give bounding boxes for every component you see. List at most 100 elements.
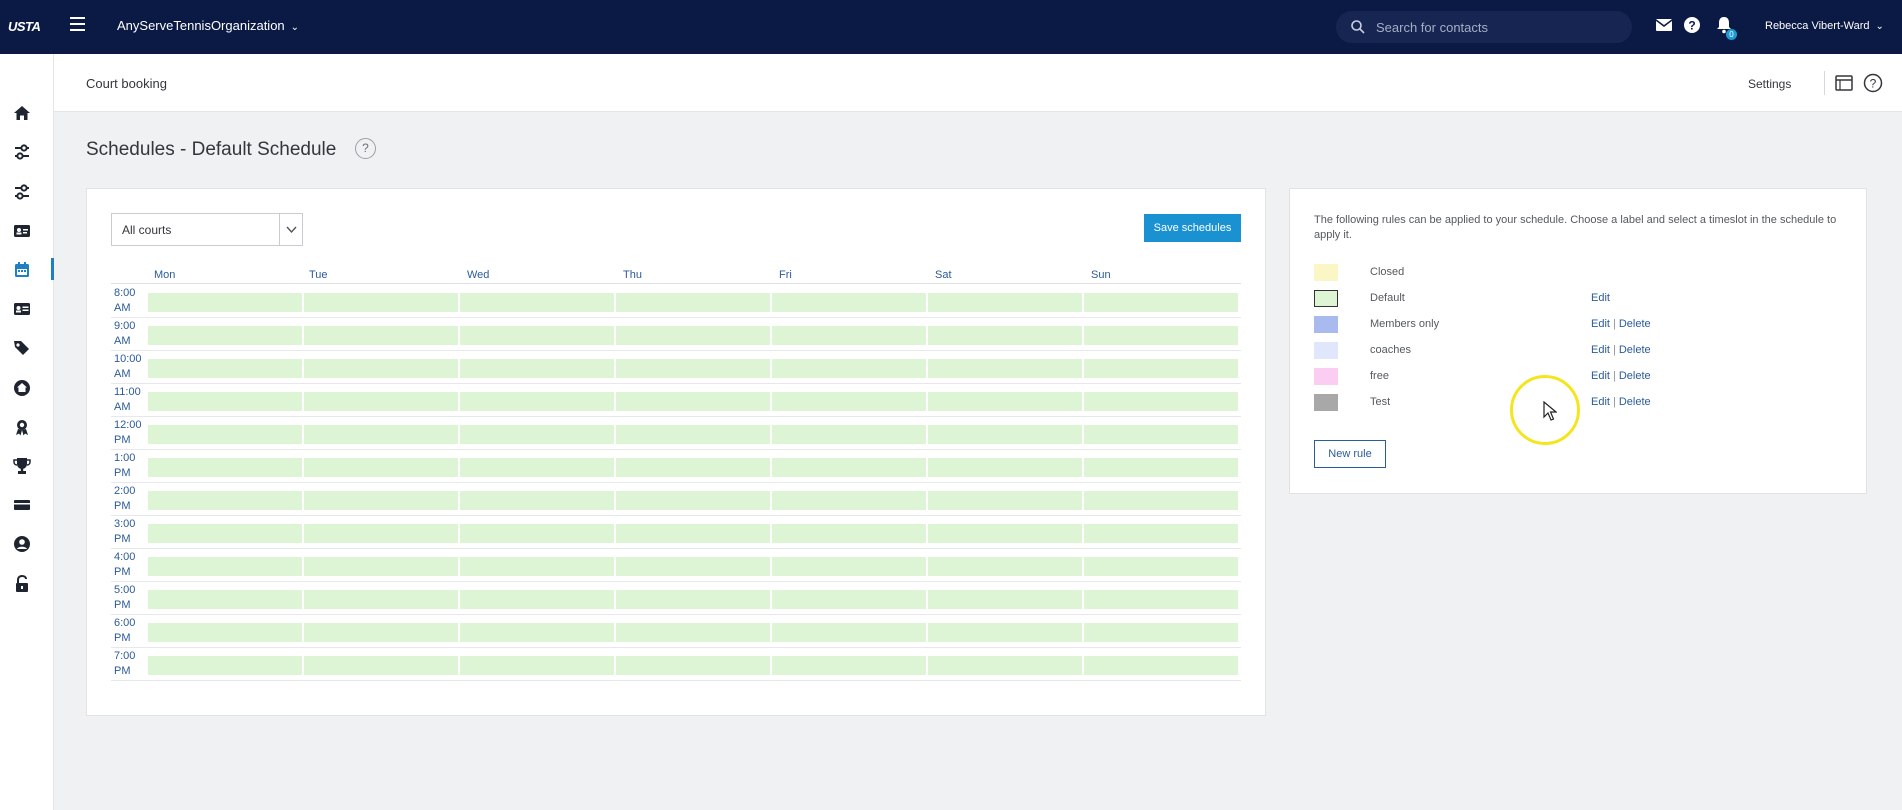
rule-name[interactable]: Closed [1370,266,1404,278]
time-slot[interactable] [616,392,770,411]
time-slot[interactable] [928,590,1082,609]
time-slot[interactable] [304,557,458,576]
delete-rule-link[interactable]: Delete [1619,318,1651,330]
time-slot[interactable] [148,392,302,411]
time-slot[interactable] [148,491,302,510]
sidebar-item-tags[interactable] [12,338,32,358]
time-slot[interactable] [148,656,302,675]
time-slot[interactable] [460,392,614,411]
rule-row[interactable]: Closed [1314,263,1844,283]
time-slot[interactable] [928,392,1082,411]
sidebar-item-sliders[interactable] [12,182,32,202]
rule-row[interactable]: free Edit | Delete [1314,367,1844,387]
time-slot[interactable] [1084,392,1238,411]
rule-row[interactable]: Members only Edit | Delete [1314,315,1844,335]
menu-icon[interactable] [70,17,85,31]
edit-rule-link[interactable]: Edit [1591,318,1610,330]
time-slot[interactable] [148,590,302,609]
time-slot[interactable] [148,557,302,576]
time-slot[interactable] [616,293,770,312]
delete-rule-link[interactable]: Delete [1619,396,1651,408]
time-slot[interactable] [1084,590,1238,609]
time-slot[interactable] [928,359,1082,378]
time-slot[interactable] [928,326,1082,345]
time-slot[interactable] [304,524,458,543]
time-slot[interactable] [772,425,926,444]
mail-icon[interactable] [1655,16,1673,34]
time-slot[interactable] [304,326,458,345]
time-slot[interactable] [616,458,770,477]
rule-color-swatch[interactable] [1314,316,1338,333]
sidebar-item-home-circle[interactable] [12,378,32,398]
dropdown-toggle[interactable] [279,214,302,245]
time-slot[interactable] [772,392,926,411]
usta-logo[interactable]: USTA [8,19,41,34]
rule-name[interactable]: Default [1370,292,1405,304]
rule-color-swatch[interactable] [1314,394,1338,411]
rule-row[interactable]: coaches Edit | Delete [1314,341,1844,361]
time-slot[interactable] [460,293,614,312]
contact-search[interactable] [1336,11,1632,43]
time-slot[interactable] [616,557,770,576]
sidebar-item-award[interactable] [12,417,32,437]
time-slot[interactable] [304,623,458,642]
time-slot[interactable] [1084,458,1238,477]
time-slot[interactable] [616,491,770,510]
time-slot[interactable] [304,656,458,675]
time-slot[interactable] [460,557,614,576]
help-circle-icon[interactable]: ? [1863,73,1883,93]
time-slot[interactable] [1084,557,1238,576]
sidebar-item-calendar[interactable] [12,260,32,280]
time-slot[interactable] [148,326,302,345]
time-slot[interactable] [616,425,770,444]
time-slot[interactable] [616,524,770,543]
time-slot[interactable] [148,458,302,477]
time-slot[interactable] [616,326,770,345]
time-slot[interactable] [928,524,1082,543]
time-slot[interactable] [304,293,458,312]
time-slot[interactable] [928,557,1082,576]
sidebar-item-lock[interactable] [12,574,32,594]
rule-name[interactable]: Test [1370,396,1390,408]
time-slot[interactable] [304,425,458,444]
edit-rule-link[interactable]: Edit [1591,370,1610,382]
time-slot[interactable] [616,590,770,609]
time-slot[interactable] [460,524,614,543]
time-slot[interactable] [304,359,458,378]
time-slot[interactable] [460,656,614,675]
time-slot[interactable] [616,656,770,675]
time-slot[interactable] [1084,656,1238,675]
time-slot[interactable] [148,425,302,444]
time-slot[interactable] [772,524,926,543]
schedule-help-button[interactable]: ? [355,138,376,159]
rule-color-swatch[interactable] [1314,290,1338,307]
delete-rule-link[interactable]: Delete [1619,344,1651,356]
time-slot[interactable] [1084,491,1238,510]
time-slot[interactable] [616,623,770,642]
time-slot[interactable] [1084,425,1238,444]
time-slot[interactable] [928,656,1082,675]
time-slot[interactable] [1084,326,1238,345]
settings-link[interactable]: Settings [1748,77,1791,91]
time-slot[interactable] [460,491,614,510]
time-slot[interactable] [148,524,302,543]
sidebar-item-id-card[interactable] [12,221,32,241]
time-slot[interactable] [148,623,302,642]
time-slot[interactable] [460,458,614,477]
sidebar-item-trophy[interactable] [12,456,32,476]
time-slot[interactable] [460,590,614,609]
edit-rule-link[interactable]: Edit [1591,344,1610,356]
time-slot[interactable] [460,425,614,444]
time-slot[interactable] [772,557,926,576]
edit-rule-link[interactable]: Edit [1591,396,1610,408]
new-rule-button[interactable]: New rule [1314,440,1386,468]
rule-name[interactable]: free [1370,370,1389,382]
search-input[interactable] [1376,11,1626,43]
rule-name[interactable]: Members only [1370,318,1439,330]
time-slot[interactable] [304,458,458,477]
time-slot[interactable] [616,359,770,378]
sidebar-item-user-circle[interactable] [12,534,32,554]
user-menu[interactable]: Rebecca Vibert-Ward ⌄ [1765,20,1884,32]
rule-color-swatch[interactable] [1314,368,1338,385]
time-slot[interactable] [772,656,926,675]
